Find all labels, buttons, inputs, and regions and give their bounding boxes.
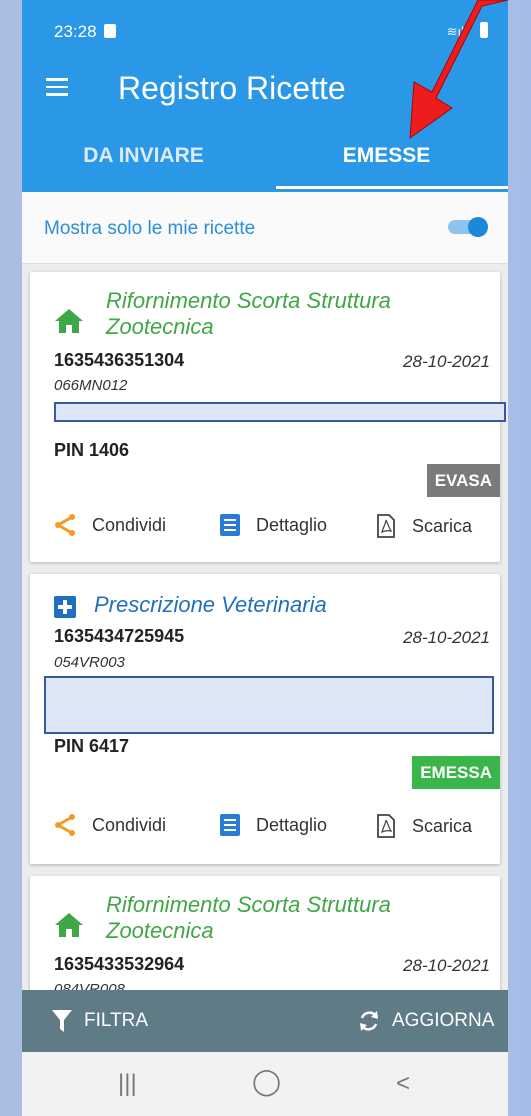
detail-label: Dettaglio — [256, 814, 328, 835]
refresh-button-label: AGGIORNA — [392, 1010, 495, 1031]
share-label: Condividi — [92, 514, 167, 535]
tab-da-inviare[interactable]: DA INVIARE — [22, 120, 265, 192]
card-date: 28-10-2021 — [403, 628, 490, 647]
card-sub: 054VR003 — [54, 654, 125, 671]
share-button[interactable]: Condividi — [54, 814, 166, 836]
card-type: Rifornimento Scorta Struttura Zootecnica — [106, 288, 391, 339]
card-date: 28-10-2021 — [403, 956, 490, 975]
tab-indicator — [276, 186, 508, 189]
home-icon — [55, 913, 83, 937]
share-icon — [55, 814, 75, 836]
medical-cross-icon — [54, 596, 76, 618]
prescription-card[interactable]: Rifornimento Scorta Struttura Zootecnica… — [30, 272, 506, 562]
filter-icon — [52, 1010, 72, 1032]
my-prescriptions-toggle[interactable] — [448, 217, 488, 237]
annotation-arrow — [409, 0, 509, 140]
phone-screen: 23:28 ≋ıl Registro Ricette DA INVIARE EM… — [22, 0, 508, 1116]
detail-icon — [220, 514, 240, 536]
filter-button[interactable]: FILTRA — [52, 1010, 148, 1032]
card-pin: PIN 6417 — [54, 736, 130, 756]
download-label: Scarica — [412, 515, 473, 536]
back-icon[interactable]: < — [396, 1070, 410, 1098]
download-label: Scarica — [412, 815, 473, 836]
redacted-box — [54, 402, 506, 422]
card-code: 1635433532964 — [54, 954, 185, 974]
card-actions: Condividi Dettaglio Scarica — [30, 814, 500, 854]
share-label: Condividi — [92, 814, 167, 835]
card-code: 1635434725945 — [54, 626, 185, 646]
card-type: Prescrizione Veterinaria — [94, 592, 327, 617]
detail-label: Dettaglio — [256, 514, 328, 535]
card-actions: Condividi Dettaglio Scarica — [30, 514, 500, 554]
notification-icon — [104, 24, 116, 38]
prescription-card[interactable]: Prescrizione Veterinaria 1635434725945 2… — [30, 574, 500, 864]
card-date: 28-10-2021 — [403, 352, 490, 371]
redacted-box — [44, 676, 494, 734]
system-nav-bar: ||| ◯ < — [22, 1052, 508, 1116]
refresh-button[interactable]: AGGIORNA — [358, 1010, 494, 1032]
app-title: Registro Ricette — [118, 70, 346, 106]
pdf-icon — [377, 514, 395, 538]
card-code: 1635436351304 — [54, 350, 185, 370]
filter-button-label: FILTRA — [84, 1010, 149, 1031]
status-badge: EMESSA — [412, 756, 500, 789]
menu-icon[interactable] — [46, 78, 68, 96]
pdf-icon — [377, 814, 395, 838]
recent-apps-icon[interactable]: ||| — [118, 1070, 137, 1098]
home-icon — [55, 309, 83, 333]
filter-label: Mostra solo le mie ricette — [44, 218, 256, 239]
card-pin: PIN 1406 — [54, 440, 130, 460]
share-icon — [55, 514, 75, 536]
card-sub: 066MN012 — [54, 377, 128, 394]
download-button[interactable]: Scarica — [376, 814, 472, 838]
home-button-icon[interactable]: ◯ — [252, 1066, 281, 1097]
status-badge: EVASA — [426, 464, 500, 497]
filter-row: Mostra solo le mie ricette — [22, 192, 508, 264]
status-time: 23:28 — [54, 22, 97, 41]
share-button[interactable]: Condividi — [54, 514, 166, 536]
detail-button[interactable]: Dettaglio — [220, 814, 327, 836]
detail-button[interactable]: Dettaglio — [220, 514, 327, 536]
card-type: Rifornimento Scorta Struttura Zootecnica — [106, 892, 391, 943]
bottom-action-bar: FILTRA AGGIORNA — [22, 990, 508, 1052]
download-button[interactable]: Scarica — [376, 514, 472, 538]
refresh-icon — [360, 1011, 378, 1031]
detail-icon — [220, 814, 240, 836]
